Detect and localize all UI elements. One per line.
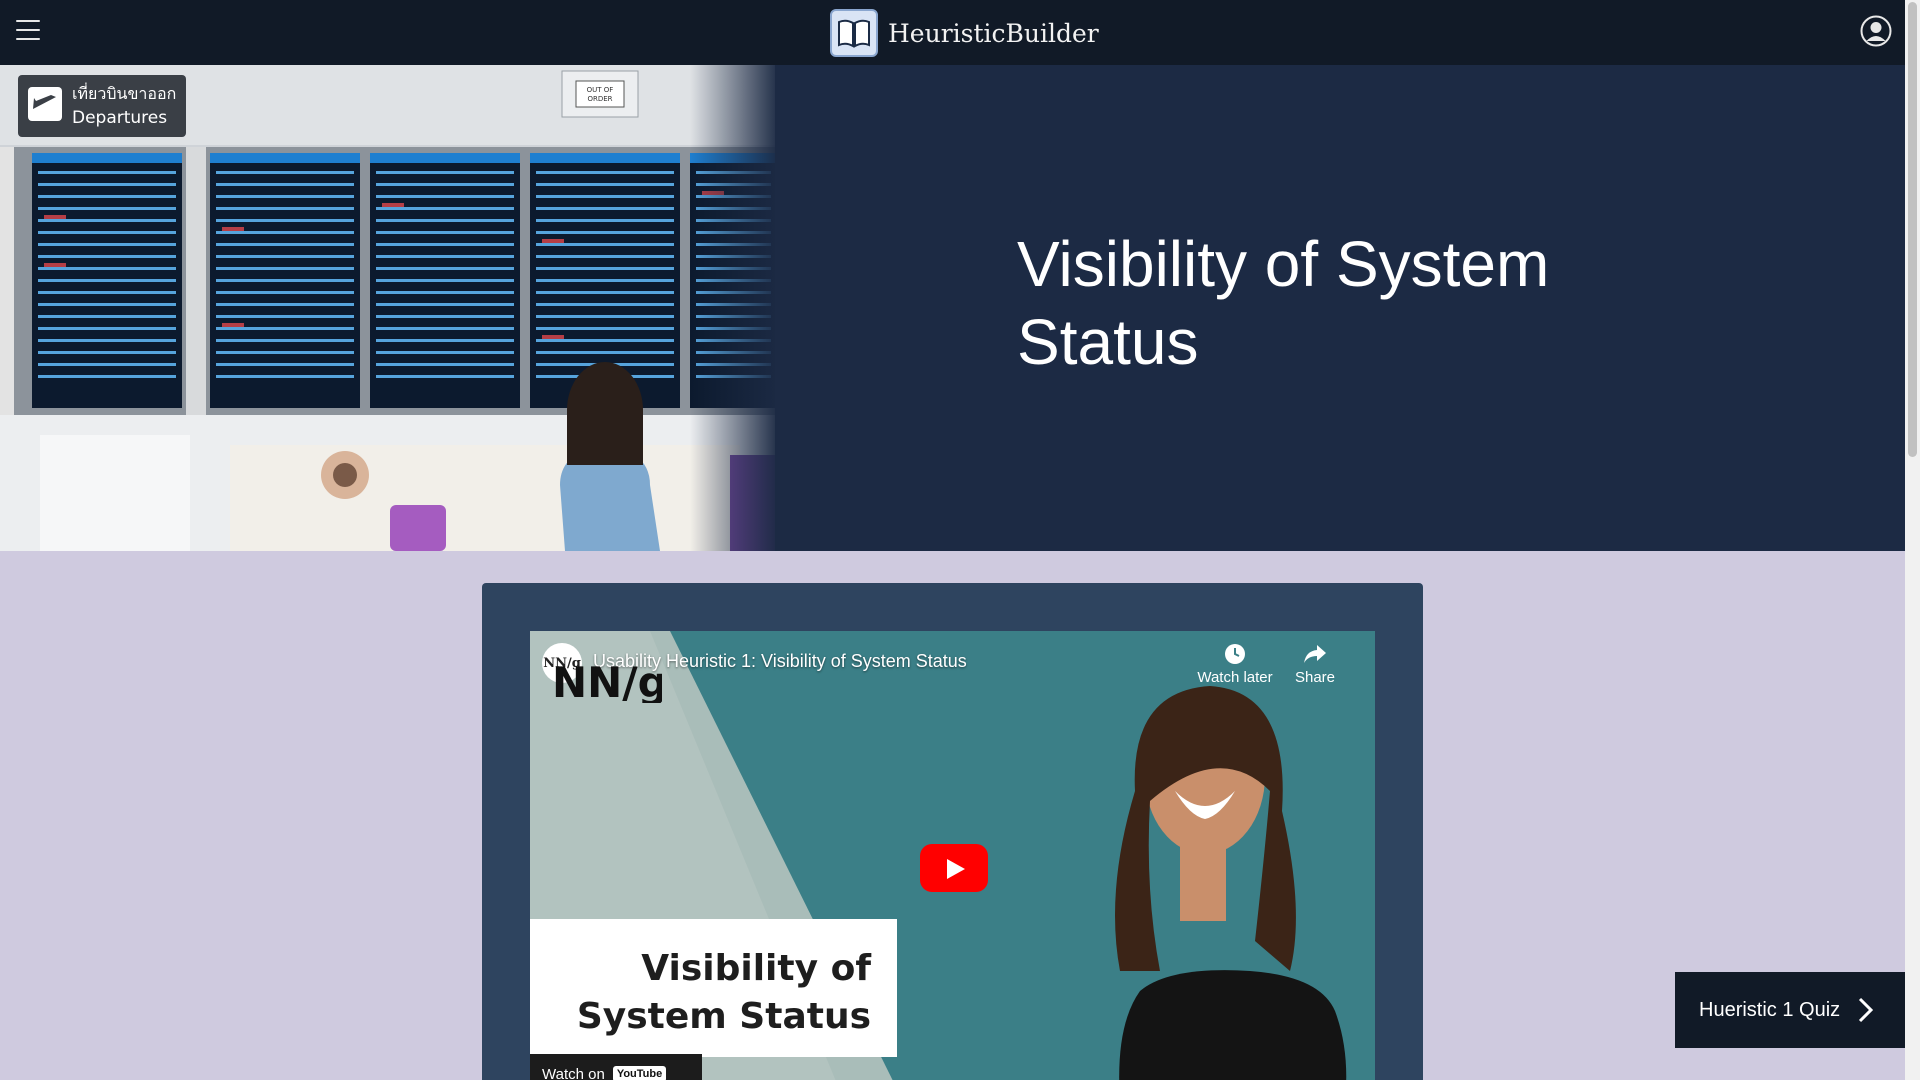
thumbnail-caption-panel: Visibility of System Status: [530, 919, 897, 1057]
hero-image-fade: [690, 65, 780, 551]
share-button[interactable]: Share: [1270, 643, 1360, 686]
open-book-icon: [830, 9, 878, 57]
svg-text:OUT OF: OUT OF: [587, 86, 614, 94]
brand[interactable]: HeuristicBuilder: [830, 8, 1099, 58]
play-button[interactable]: [920, 844, 988, 892]
departures-sign-thai: เที่ยวบินขาออก: [72, 82, 176, 103]
page-scrollbar[interactable]: [1905, 0, 1920, 1080]
clock-icon: [1190, 643, 1280, 669]
watch-on-youtube-button[interactable]: Watch on YouTube: [530, 1054, 702, 1080]
watch-later-label: Watch later: [1197, 669, 1273, 686]
youtube-logo-icon: YouTube: [612, 1066, 667, 1080]
thumbnail-caption: Visibility of System Status: [576, 948, 871, 1037]
nng-thumbnail-logo: NN/g: [552, 658, 662, 703]
hero-banner: เที่ยวบินขาออก Departures OUT OF ORDER V…: [0, 65, 1905, 551]
watch-later-button[interactable]: Watch later: [1190, 643, 1280, 686]
share-label: Share: [1294, 669, 1336, 686]
hamburger-menu-icon[interactable]: [16, 20, 40, 40]
watch-on-label: Watch on: [542, 1065, 605, 1080]
quiz-next-button[interactable]: Hueristic 1 Quiz: [1675, 972, 1905, 1048]
top-navbar: HeuristicBuilder: [0, 0, 1905, 65]
chevron-right-icon: [1858, 997, 1874, 1023]
departures-sign-english: Departures: [72, 108, 167, 128]
brand-name: HeuristicBuilder: [888, 18, 1099, 48]
hero-image: เที่ยวบินขาออก Departures OUT OF ORDER: [0, 65, 775, 551]
user-circle-icon[interactable]: [1860, 15, 1892, 47]
svg-text:ORDER: ORDER: [587, 95, 612, 103]
quiz-label: Hueristic 1 Quiz: [1699, 998, 1841, 1021]
share-arrow-icon: [1270, 643, 1360, 669]
youtube-video-embed[interactable]: NN/g Usability Heuristic 1: Visibility o…: [530, 631, 1375, 1080]
svg-text:NN/g: NN/g: [552, 658, 662, 703]
scrollbar-thumb[interactable]: [1908, 2, 1917, 457]
page-title: Visibility of System Status: [1017, 228, 1550, 378]
